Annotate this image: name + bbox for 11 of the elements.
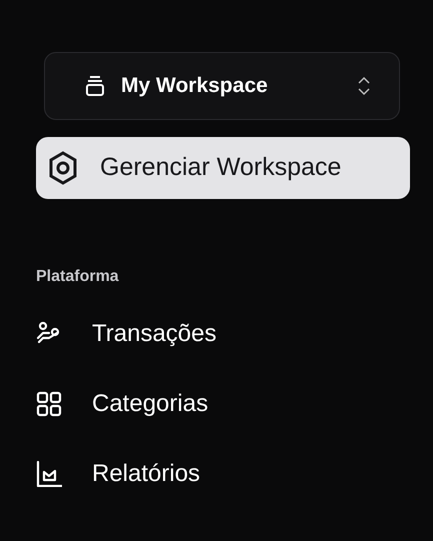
manage-workspace-item[interactable]: Gerenciar Workspace: [36, 137, 410, 199]
chart-icon: [36, 461, 62, 487]
workspace-switcher[interactable]: My Workspace: [44, 52, 400, 120]
menu-item[interactable]: Transações: [28, 311, 228, 357]
chevron-up-down-icon: [357, 76, 371, 96]
stack-icon: [85, 75, 105, 97]
menu-item[interactable]: Categorias: [28, 381, 220, 427]
grid-icon: [36, 391, 62, 417]
hexagon-icon: [48, 151, 78, 185]
menu-item[interactable]: Relatórios: [28, 451, 212, 497]
section-heading: Plataforma: [36, 267, 120, 287]
